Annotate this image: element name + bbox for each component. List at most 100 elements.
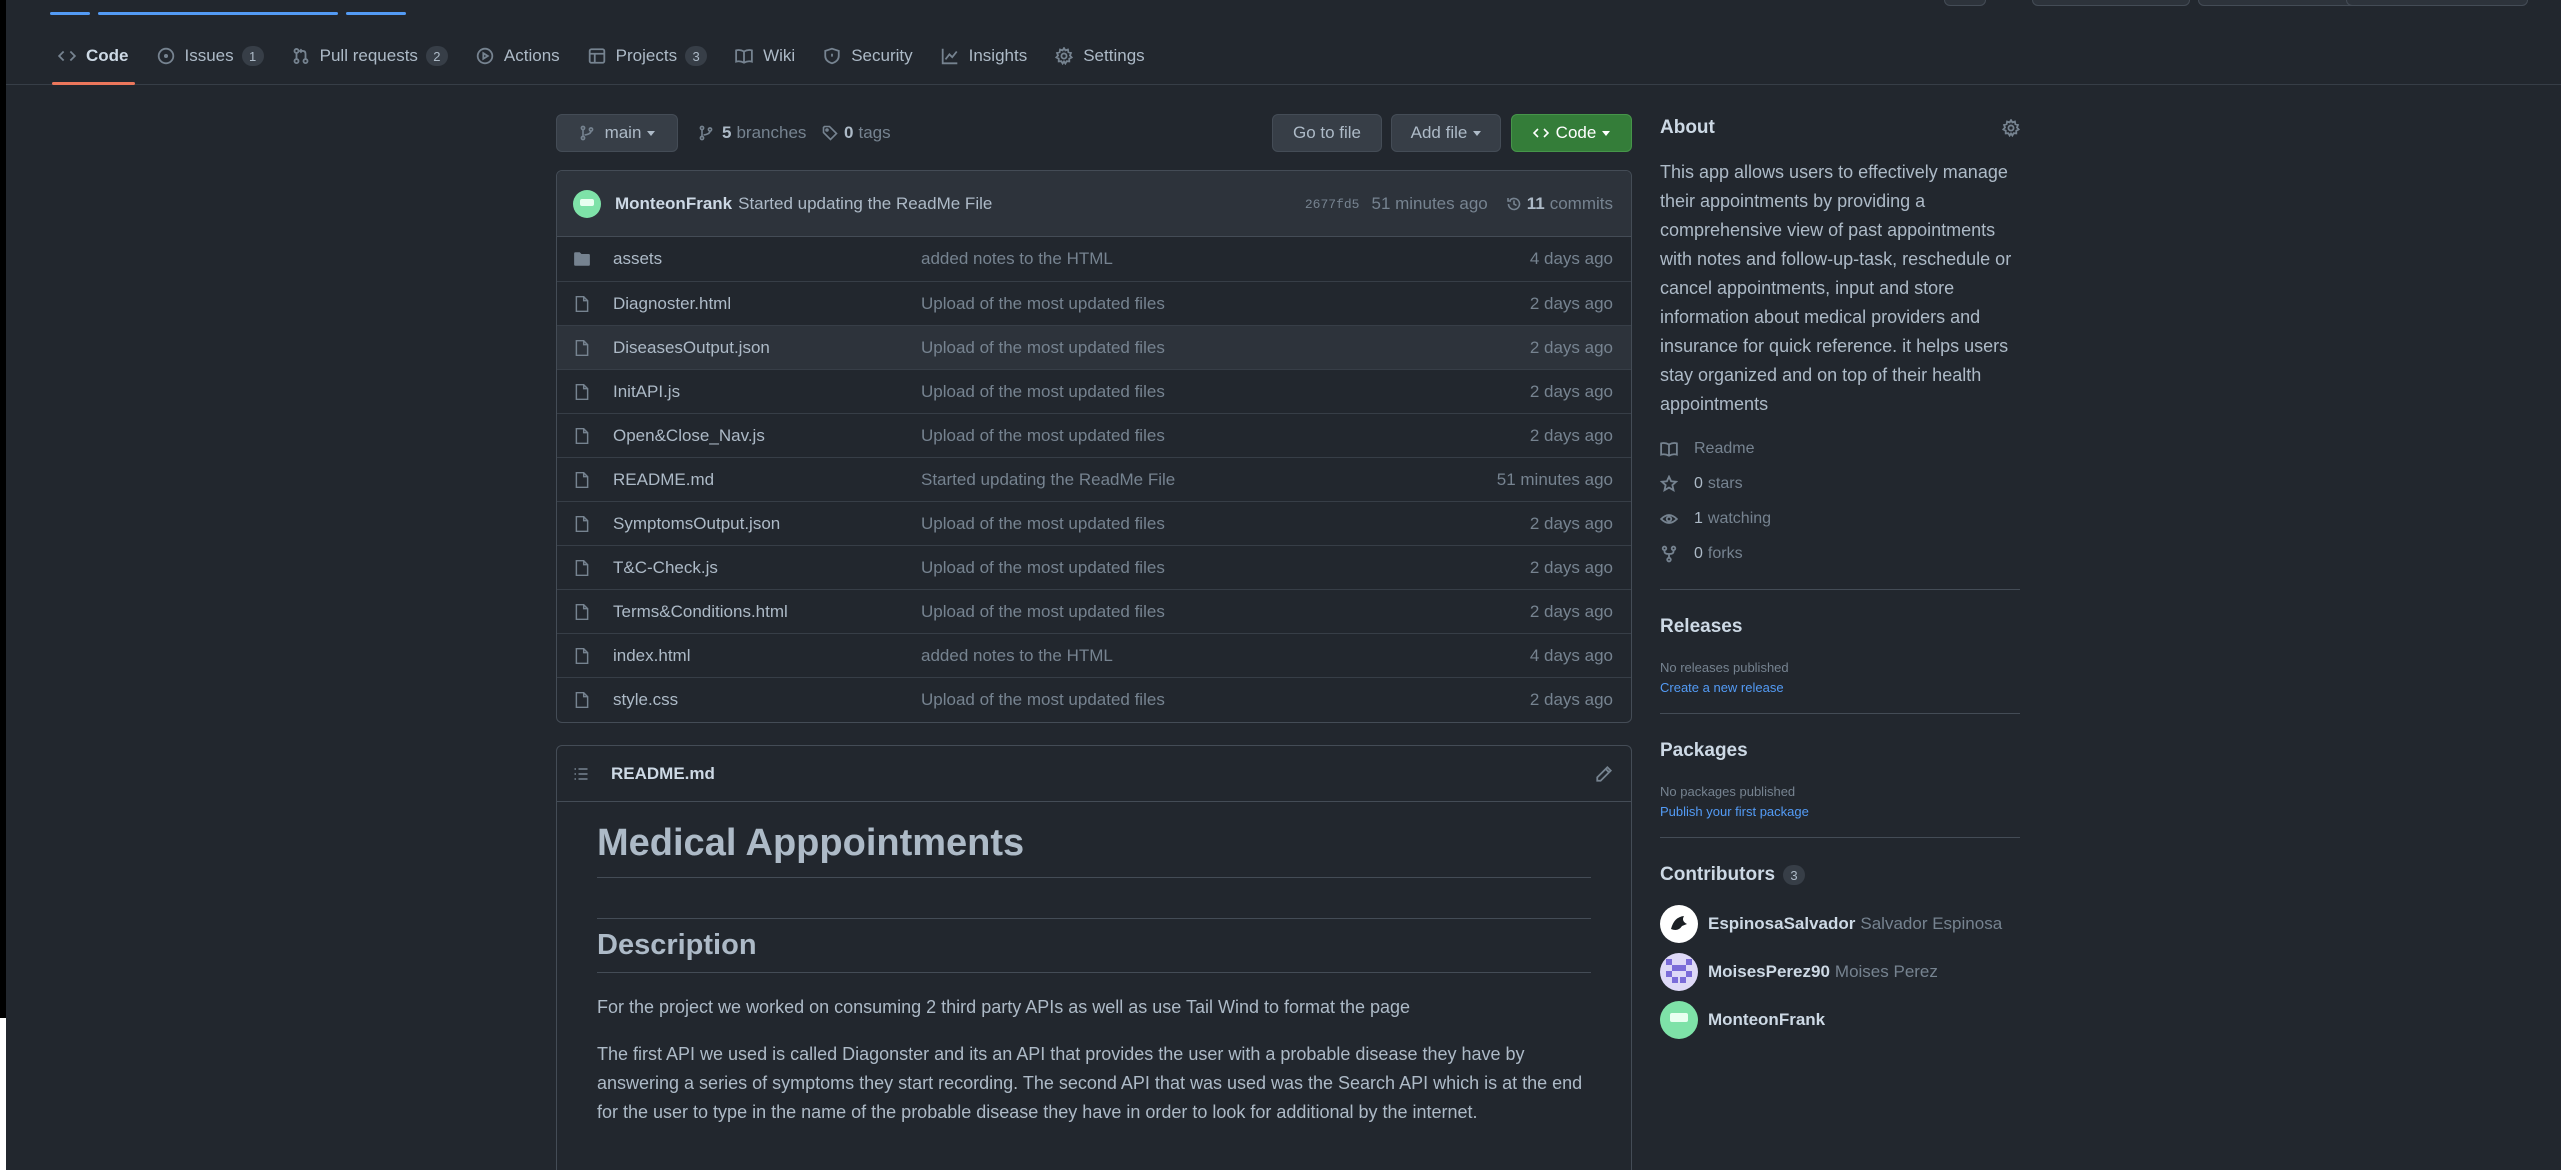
releases-title[interactable]: Releases [1660, 616, 2020, 638]
file-row[interactable]: index.html added notes to the HTML 4 days … [557, 633, 1631, 677]
file-commit-message[interactable]: Upload of the most updated files [921, 602, 1165, 622]
file-name[interactable]: assets [613, 249, 921, 269]
tab-settings[interactable]: Settings [1043, 28, 1156, 84]
list-icon[interactable] [573, 766, 589, 782]
contributors-title[interactable]: Contributors [1660, 864, 1775, 886]
contributors-header: Contributors 3 [1660, 864, 2020, 886]
readme-panel: README.md Medical Apppointments Descript… [556, 745, 1632, 1170]
file-age: 2 days ago [1529, 381, 1613, 401]
file-commit-message[interactable]: Upload of the most updated files [921, 338, 1165, 358]
book-icon [735, 47, 753, 65]
tab-label: Issues [184, 46, 234, 65]
commit-author[interactable]: MonteonFrank [615, 194, 732, 214]
branches-count: 5 [722, 123, 732, 142]
header-button-remnant[interactable] [2032, 0, 2190, 6]
packages-title[interactable]: Packages [1660, 740, 2020, 762]
file-row[interactable]: T&C-Check.js Upload of the most updated f… [557, 545, 1631, 589]
window-edge [0, 0, 6, 1170]
latest-commit-bar: MonteonFrank Started updating the ReadMe… [557, 171, 1631, 237]
header-button-remnant[interactable] [2346, 0, 2528, 6]
commit-age: 51 minutes ago [1371, 194, 1488, 213]
code-button[interactable]: Code [1511, 114, 1632, 152]
tab-pull-requests[interactable]: Pull requests 2 [280, 28, 460, 84]
go-to-file-button[interactable]: Go to file [1272, 114, 1382, 152]
file-row[interactable]: DiseasesOutput.json Upload of the most up… [557, 325, 1631, 369]
contributor-item[interactable]: MoisesPerez90 Moises Perez [1660, 948, 2020, 996]
file-commit-message[interactable]: added notes to the HTML [921, 646, 1113, 666]
header-button-remnant[interactable] [1944, 0, 1986, 6]
file-row[interactable]: SymptomsOutput.json Upload of the most up… [557, 501, 1631, 545]
tab-projects[interactable]: Projects 3 [576, 28, 719, 84]
avatar [1660, 905, 1698, 943]
watching-link[interactable]: 1 watching [1660, 501, 2020, 536]
forks-link[interactable]: 0 forks [1660, 536, 2020, 571]
tab-actions[interactable]: Actions [464, 28, 572, 84]
branch-select-button[interactable]: main [556, 114, 678, 152]
file-icon [573, 603, 591, 621]
play-icon [476, 47, 494, 65]
file-commit-message[interactable]: Upload of the most updated files [921, 514, 1165, 534]
shield-icon [823, 47, 841, 65]
file-age: 2 days ago [1529, 601, 1613, 621]
branch-toolbar: main 5 branches 0 tags Go to file Add fi… [556, 114, 1632, 152]
file-row[interactable]: assets added notes to the HTML 4 days ago [557, 237, 1631, 281]
tab-label: Insights [968, 46, 1028, 65]
add-file-button[interactable]: Add file [1391, 114, 1501, 152]
commits-link[interactable]: 11 commits [1506, 194, 1613, 214]
commit-sha[interactable]: 2677fd5 [1305, 197, 1360, 212]
file-age: 2 days ago [1529, 293, 1613, 313]
file-name[interactable]: README.md [613, 470, 921, 490]
pencil-icon[interactable] [1595, 765, 1613, 783]
commit-message[interactable]: Started updating the ReadMe File [738, 194, 992, 214]
tab-insights[interactable]: Insights [929, 28, 1040, 84]
file-commit-message[interactable]: Upload of the most updated files [921, 690, 1165, 710]
file-name[interactable]: Diagnoster.html [613, 294, 921, 314]
contributor-item[interactable]: MonteonFrank [1660, 996, 2020, 1044]
file-name[interactable]: InitAPI.js [613, 382, 921, 402]
avatar[interactable] [573, 189, 601, 218]
file-commit-message[interactable]: Started updating the ReadMe File [921, 470, 1175, 490]
folder-icon [573, 250, 591, 268]
file-name[interactable]: DiseasesOutput.json [613, 338, 921, 358]
file-name[interactable]: Terms&Conditions.html [613, 602, 921, 622]
file-commit-message[interactable]: Upload of the most updated files [921, 294, 1165, 314]
branch-icon [698, 125, 714, 141]
divider [1660, 589, 2020, 590]
file-row[interactable]: style.css Upload of the most updated file… [557, 677, 1631, 721]
tab-code[interactable]: Code [46, 28, 141, 85]
publish-package-link[interactable]: Publish your first package [1660, 804, 2020, 819]
gear-icon[interactable] [2002, 119, 2020, 137]
branches-link[interactable]: 5 branches [698, 114, 806, 152]
tab-issues[interactable]: Issues 1 [145, 28, 276, 84]
file-name[interactable]: style.css [613, 690, 921, 710]
file-list: assets added notes to the HTML 4 days ago D… [557, 237, 1631, 721]
file-row[interactable]: Diagnoster.html Upload of the most update… [557, 281, 1631, 325]
forks-count: 0 [1694, 544, 1703, 562]
file-commit-message[interactable]: Upload of the most updated files [921, 426, 1165, 446]
file-age: 2 days ago [1529, 689, 1613, 709]
file-name[interactable]: Open&Close_Nav.js [613, 426, 921, 446]
create-release-link[interactable]: Create a new release [1660, 680, 2020, 695]
file-name[interactable]: SymptomsOutput.json [613, 514, 921, 534]
file-commit-message[interactable]: Upload of the most updated files [921, 382, 1165, 402]
readme-paragraph: For the project we worked on consuming 2… [597, 997, 1411, 1017]
readme-link[interactable]: Readme [1660, 431, 2020, 466]
tab-wiki[interactable]: Wiki [723, 28, 807, 84]
file-row[interactable]: Terms&Conditions.html Upload of the most … [557, 589, 1631, 633]
file-icon [573, 691, 591, 709]
file-row[interactable]: InitAPI.js Upload of the most updated fil… [557, 369, 1631, 413]
file-row[interactable]: README.md Started updating the ReadMe Fil… [557, 457, 1631, 501]
stars-link[interactable]: 0 stars [1660, 466, 2020, 501]
header-button-remnant[interactable] [2198, 0, 2358, 6]
watching-label: watching [1707, 509, 1772, 527]
file-name[interactable]: T&C-Check.js [613, 558, 921, 578]
file-commit-message[interactable]: added notes to the HTML [921, 249, 1113, 269]
file-commit-message[interactable]: Upload of the most updated files [921, 558, 1165, 578]
divider [1660, 713, 2020, 714]
tab-security[interactable]: Security [811, 28, 924, 84]
contributor-item[interactable]: EspinosaSalvador Salvador Espinosa [1660, 900, 2020, 948]
tags-link[interactable]: 0 tags [822, 114, 891, 152]
file-age: 2 days ago [1529, 425, 1613, 445]
file-row[interactable]: Open&Close_Nav.js Upload of the most upda… [557, 413, 1631, 457]
file-name[interactable]: index.html [613, 646, 921, 666]
